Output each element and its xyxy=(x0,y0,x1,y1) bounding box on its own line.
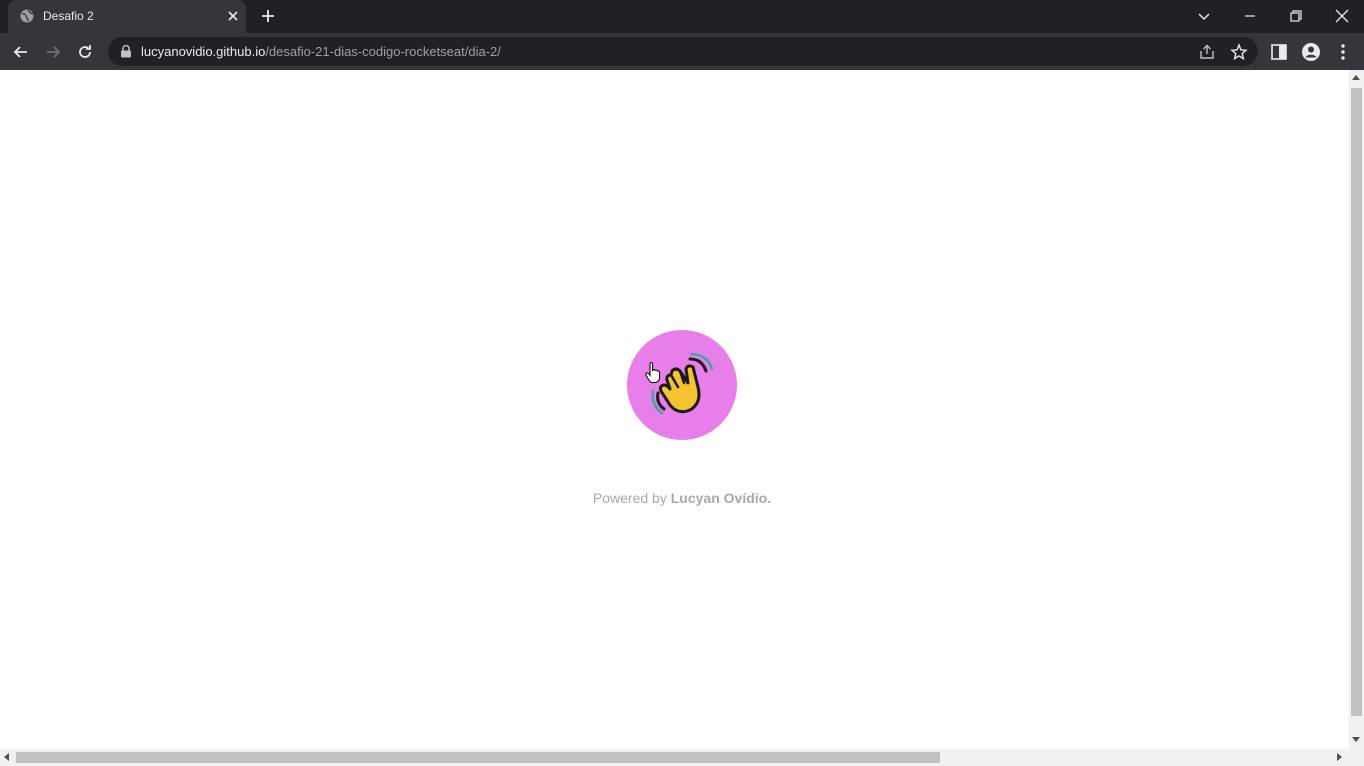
powered-by-credit: Powered by Lucyan Ovídio. xyxy=(0,490,1364,506)
new-tab-icon[interactable] xyxy=(260,8,276,24)
url-text[interactable]: lucyanovidio.github.io/desafio-21-dias-c… xyxy=(141,44,501,59)
globe-icon xyxy=(20,9,34,23)
restore-icon[interactable] xyxy=(1286,6,1306,26)
vertical-scrollbar[interactable] xyxy=(1349,70,1364,749)
tab-search-icon[interactable] xyxy=(1194,6,1214,26)
horizontal-scroll-thumb[interactable] xyxy=(16,752,940,763)
credit-author[interactable]: Lucyan Ovídio. xyxy=(671,490,771,506)
browser-toolbar: lucyanovidio.github.io/desafio-21-dias-c… xyxy=(0,33,1364,70)
url-host: lucyanovidio.github.io xyxy=(141,44,266,59)
close-tab-icon[interactable] xyxy=(225,8,241,24)
hand-cursor-icon xyxy=(645,362,661,383)
side-panel-icon[interactable] xyxy=(1269,42,1289,62)
minimize-icon[interactable] xyxy=(1240,6,1260,26)
horizontal-scrollbar[interactable] xyxy=(0,749,1364,766)
avatar[interactable] xyxy=(627,330,737,440)
forward-icon[interactable] xyxy=(43,42,63,62)
scroll-left-icon[interactable] xyxy=(4,753,9,761)
back-icon[interactable] xyxy=(11,42,31,62)
credit-prefix: Powered by xyxy=(592,490,667,506)
profile-icon[interactable] xyxy=(1301,42,1321,62)
page-content: Powered by Lucyan Ovídio. xyxy=(0,70,1349,749)
browser-tab[interactable]: Desafio 2 xyxy=(8,0,246,33)
url-path: /desafio-21-dias-codigo-rocketseat/dia-2… xyxy=(265,44,501,59)
address-bar[interactable]: lucyanovidio.github.io/desafio-21-dias-c… xyxy=(108,37,1258,66)
lock-icon[interactable] xyxy=(120,45,132,58)
menu-icon[interactable] xyxy=(1333,42,1353,62)
scroll-right-icon[interactable] xyxy=(1337,753,1342,761)
scroll-down-icon[interactable] xyxy=(1352,737,1360,742)
share-icon[interactable] xyxy=(1198,43,1216,61)
reload-icon[interactable] xyxy=(75,42,95,62)
tab-title: Desafio 2 xyxy=(43,9,94,23)
scroll-up-icon[interactable] xyxy=(1352,75,1360,80)
browser-titlebar: Desafio 2 xyxy=(0,0,1364,33)
bookmark-star-icon[interactable] xyxy=(1230,43,1248,61)
vertical-scroll-thumb[interactable] xyxy=(1351,88,1362,716)
close-window-icon[interactable] xyxy=(1332,6,1352,26)
